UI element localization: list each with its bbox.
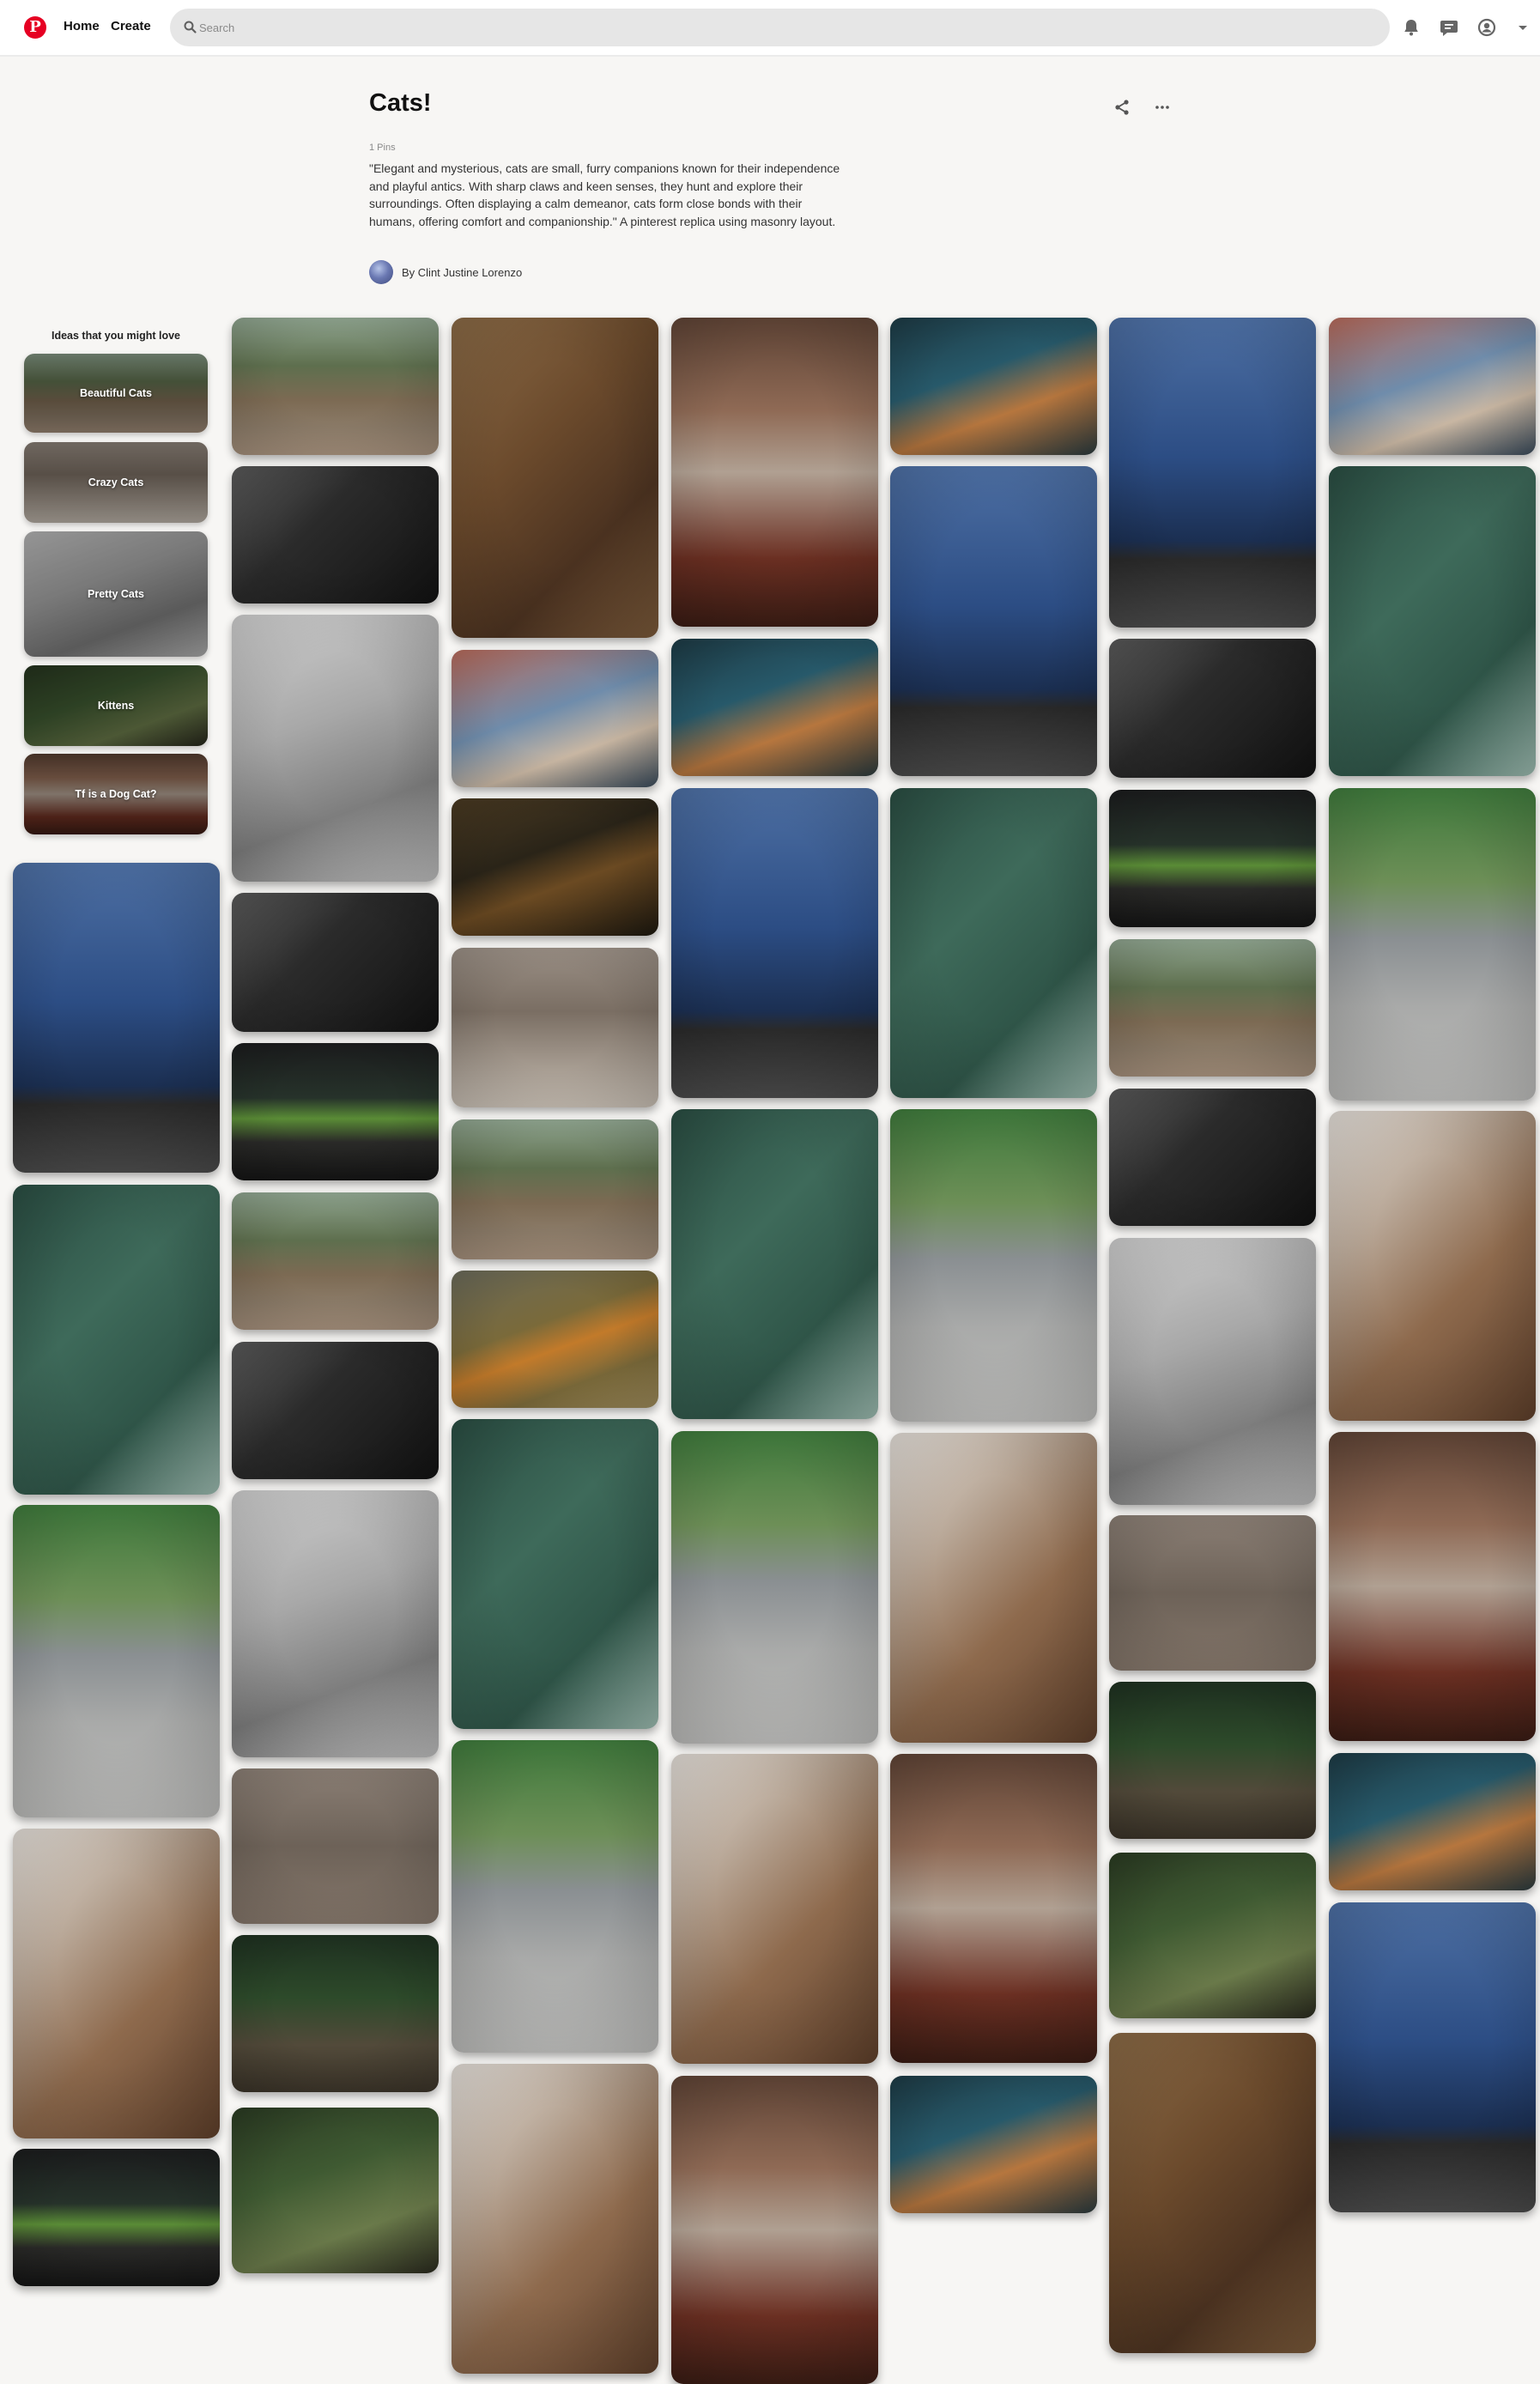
pin-card[interactable] [232, 1768, 439, 1924]
pin-card[interactable] [232, 1935, 439, 2092]
pin-card[interactable] [1109, 790, 1316, 927]
pin-card[interactable] [1109, 1853, 1316, 2018]
pin-card[interactable] [671, 1109, 878, 1419]
pin-card[interactable] [1109, 1682, 1316, 1839]
pin-card[interactable] [890, 466, 1097, 776]
pin-card[interactable] [890, 1109, 1097, 1422]
pin-card[interactable] [1329, 466, 1536, 776]
avatar[interactable] [369, 260, 393, 284]
pin-card[interactable] [452, 318, 658, 638]
profile-icon[interactable] [1475, 15, 1499, 39]
pin-card[interactable] [232, 2108, 439, 2273]
pin-card[interactable] [890, 1754, 1097, 2063]
pin-card[interactable] [671, 1431, 878, 1744]
share-icon[interactable] [1111, 96, 1133, 118]
search-input[interactable] [199, 9, 1358, 46]
search-bar[interactable] [170, 9, 1390, 46]
pin-card[interactable] [1109, 939, 1316, 1077]
pin-card[interactable] [232, 466, 439, 604]
pin-card[interactable] [13, 2149, 220, 2286]
search-icon [184, 21, 197, 33]
board-author[interactable]: By Clint Justine Lorenzo [369, 260, 522, 284]
pin-card[interactable] [1109, 1238, 1316, 1505]
author-name[interactable]: By Clint Justine Lorenzo [402, 266, 522, 279]
idea-card-beautiful-cats[interactable]: Beautiful Cats [24, 354, 208, 433]
pin-card[interactable] [452, 948, 658, 1107]
pin-card[interactable] [452, 2064, 658, 2374]
idea-label: Beautiful Cats [79, 387, 153, 399]
nav-home-link[interactable]: Home [64, 19, 100, 33]
idea-label: Kittens [97, 700, 135, 712]
pin-card[interactable] [232, 318, 439, 455]
idea-label: Crazy Cats [88, 476, 144, 488]
chevron-down-icon[interactable] [1513, 15, 1533, 39]
pin-card[interactable] [13, 1185, 220, 1495]
pin-card[interactable] [671, 788, 878, 1098]
pin-card[interactable] [890, 1433, 1097, 1743]
pin-card[interactable] [1329, 1753, 1536, 1890]
pin-card[interactable] [232, 615, 439, 882]
notifications-bell-icon[interactable] [1399, 15, 1423, 39]
pin-card[interactable] [1329, 318, 1536, 455]
pin-card[interactable] [1109, 2033, 1316, 2353]
pin-card[interactable] [452, 798, 658, 936]
idea-card-crazy-cats[interactable]: Crazy Cats [24, 442, 208, 523]
pin-card[interactable] [1109, 1089, 1316, 1226]
pin-card[interactable] [232, 1342, 439, 1479]
pin-card[interactable] [671, 2076, 878, 2384]
pin-card[interactable] [452, 650, 658, 787]
pin-card[interactable] [1329, 1432, 1536, 1741]
board-title: Cats! [369, 89, 432, 117]
nav-create-link[interactable]: Create [111, 19, 151, 33]
idea-card-kittens[interactable]: Kittens [24, 665, 208, 746]
pin-card[interactable] [452, 1271, 658, 1408]
board-description: "Elegant and mysterious, cats are small,… [369, 161, 840, 228]
pin-card[interactable] [671, 1754, 878, 2064]
pin-card[interactable] [890, 2076, 1097, 2213]
idea-label: Tf is a Dog Cat? [75, 788, 157, 800]
pin-card[interactable] [1109, 1515, 1316, 1671]
pin-card[interactable] [232, 1192, 439, 1330]
idea-card-dog-cat[interactable]: Tf is a Dog Cat? [24, 754, 208, 834]
pin-card[interactable] [1329, 1111, 1536, 1421]
ideas-heading: Ideas that you might love [51, 330, 181, 342]
pin-card[interactable] [890, 788, 1097, 1098]
pin-card[interactable] [671, 318, 878, 627]
pin-card[interactable] [13, 863, 220, 1173]
idea-label: Pretty Cats [88, 588, 144, 600]
pin-card[interactable] [671, 639, 878, 776]
more-options-icon[interactable] [1151, 96, 1173, 118]
pin-card[interactable] [232, 893, 439, 1032]
pin-card[interactable] [452, 1119, 658, 1259]
pin-card[interactable] [13, 1505, 220, 1817]
pin-card[interactable] [452, 1419, 658, 1729]
idea-card-pretty-cats[interactable]: Pretty Cats [24, 531, 208, 657]
pin-card[interactable] [232, 1490, 439, 1757]
pin-card[interactable] [1329, 788, 1536, 1101]
pin-card[interactable] [1329, 1902, 1536, 2212]
pin-card[interactable] [452, 1740, 658, 2053]
pin-card[interactable] [890, 318, 1097, 455]
pin-card[interactable] [13, 1829, 220, 2138]
pin-card[interactable] [1109, 639, 1316, 778]
pin-card[interactable] [1109, 318, 1316, 628]
pin-count: 1 Pins [369, 143, 396, 153]
pin-card[interactable] [232, 1043, 439, 1180]
messages-icon[interactable] [1437, 15, 1461, 39]
top-navigation-bar: P Home Create [0, 0, 1540, 57]
pinterest-logo-icon[interactable]: P [24, 16, 46, 39]
